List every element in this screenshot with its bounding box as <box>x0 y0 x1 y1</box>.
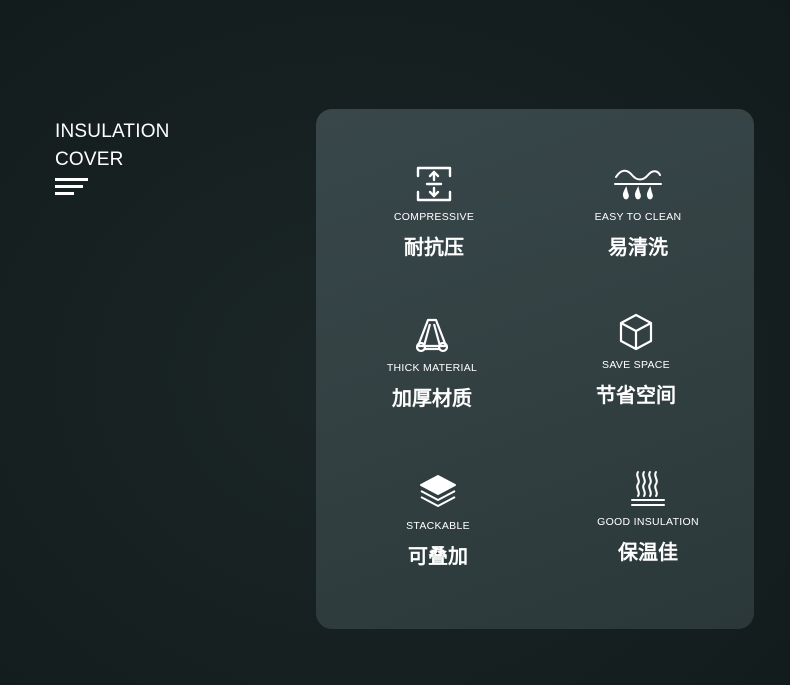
feature-save-space-zh: 节省空间 <box>596 383 676 407</box>
water-drops-icon <box>614 169 662 200</box>
feature-compressive: COMPRESSIVE 耐抗压 <box>334 165 534 260</box>
feature-save-space: SAVE SPACE 节省空间 <box>536 313 736 408</box>
feature-easy-to-clean-zh: 易清洗 <box>608 235 668 259</box>
feature-save-space-en: SAVE SPACE <box>602 359 670 371</box>
title-line-2: COVER <box>55 149 124 170</box>
page-title: INSULATION COVER <box>55 118 215 174</box>
feature-thick-material-zh: 加厚材质 <box>392 386 472 410</box>
cube-icon <box>619 313 653 351</box>
feature-easy-to-clean-en: EASY TO CLEAN <box>594 211 682 223</box>
feature-compressive-zh: 耐抗压 <box>404 235 464 259</box>
feature-good-insulation: GOOD INSULATION 保温佳 <box>548 468 748 565</box>
title-line-1: INSULATION <box>55 121 170 142</box>
feature-stackable: STACKABLE 可叠加 <box>338 472 538 569</box>
feature-thick-material-en: THICK MATERIAL <box>386 362 478 374</box>
feature-easy-to-clean: EASY TO CLEAN 易清洗 <box>538 167 738 260</box>
feature-thick-material: THICK MATERIAL 加厚材质 <box>332 316 532 411</box>
features-panel: COMPRESSIVE 耐抗压 EASY TO CLEAN 易清洗 THICK … <box>316 109 754 629</box>
heat-icon <box>631 471 665 506</box>
compress-icon <box>416 166 452 202</box>
feature-compressive-en: COMPRESSIVE <box>393 211 475 223</box>
feature-stackable-en: STACKABLE <box>406 520 470 532</box>
layers-material-icon <box>415 318 449 353</box>
feature-good-insulation-en: GOOD INSULATION <box>597 516 699 528</box>
feature-stackable-zh: 可叠加 <box>408 544 468 568</box>
stack-icon <box>420 475 456 507</box>
feature-good-insulation-zh: 保温佳 <box>618 540 678 564</box>
title-lines-icon <box>55 178 89 198</box>
